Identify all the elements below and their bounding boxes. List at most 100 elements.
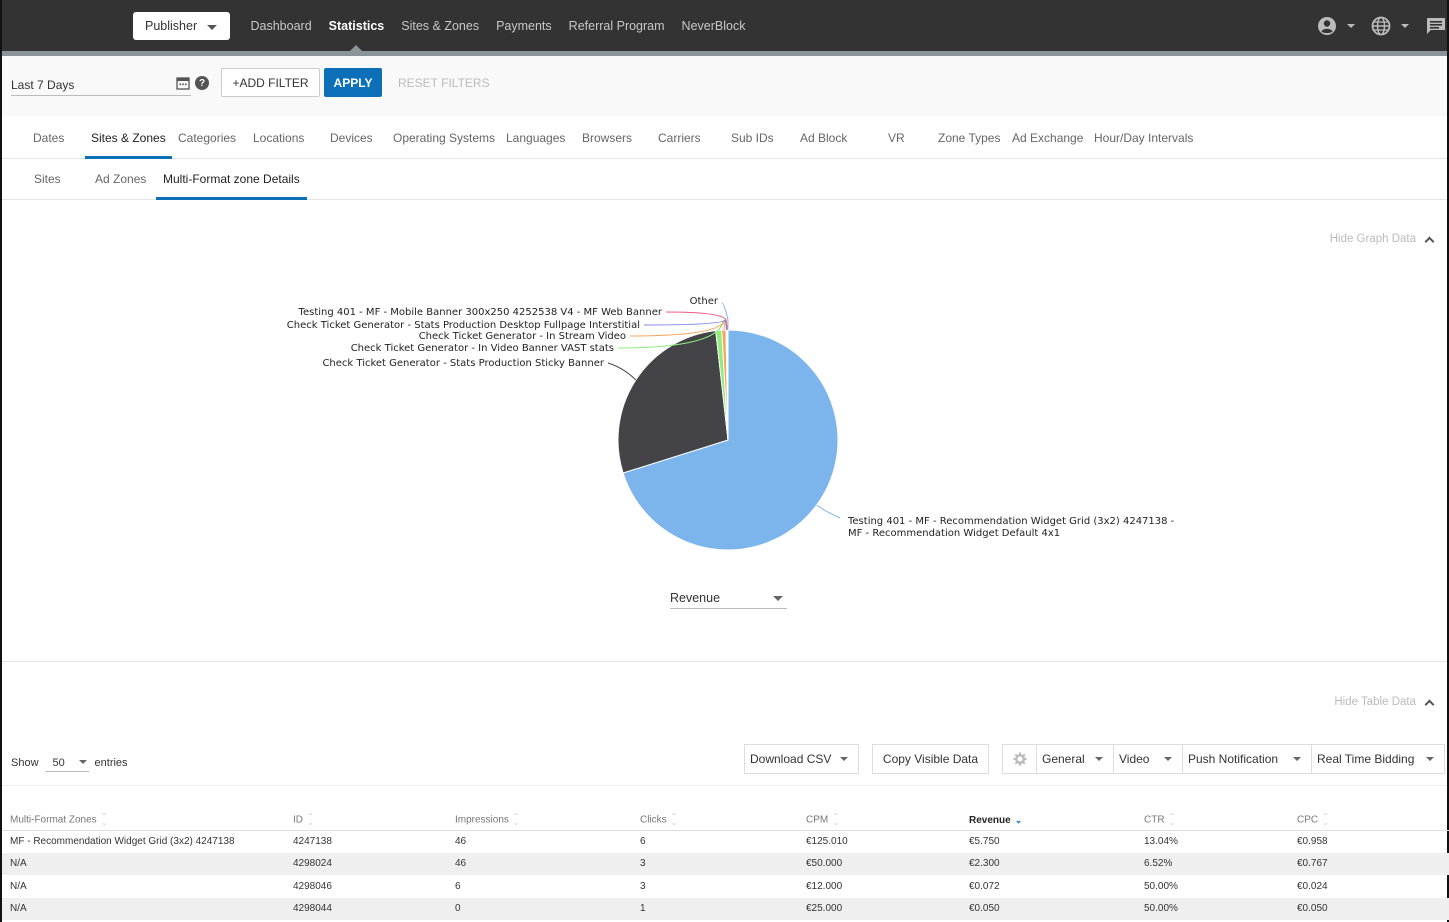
tab-dates[interactable]: Dates [33, 118, 64, 158]
tab-devices[interactable]: Devices [330, 118, 373, 158]
col-header-impressions[interactable]: Impressions ⌃ ⌄ [447, 811, 632, 831]
cell-id: 4298044 [285, 897, 447, 920]
chevron-down-icon [207, 24, 218, 30]
cell-revenue: €0.072 [969, 880, 1000, 892]
col-header-cpm[interactable]: CPM ⌃ ⌄ [798, 811, 961, 831]
cell-clicks: 3 [632, 852, 798, 875]
chevron-down-icon [1095, 757, 1103, 761]
account-icon [1318, 16, 1336, 35]
column-group-selector: General Video Push Notification Real Tim… [1002, 744, 1445, 774]
column-settings-button[interactable] [1003, 745, 1036, 773]
tab-ad-block[interactable]: Ad Block [800, 118, 847, 158]
cell-zone: N/A [10, 880, 27, 892]
chevron-down-icon [1401, 23, 1409, 28]
tab-sites-zones[interactable]: Sites & Zones [85, 118, 172, 159]
column-group-label: Video [1119, 752, 1150, 766]
add-filter-label: +ADD FILTER [232, 75, 309, 90]
tab-label: Carriers [658, 131, 701, 145]
tab-operating-systems[interactable]: Operating Systems [393, 118, 495, 158]
nav-dashboard[interactable]: Dashboard [242, 0, 320, 51]
download-csv-dropdown[interactable]: Download CSV [744, 744, 859, 774]
col-header-label: Multi-Format Zones [10, 814, 97, 826]
nav-neverblock[interactable]: NeverBlock [673, 0, 754, 51]
metric-select[interactable]: Revenue [670, 587, 787, 609]
column-group-general[interactable]: General [1036, 745, 1113, 773]
table-row: N/A 4298024 46 3 €50.000 €2.300 6.52% €0… [2, 852, 1449, 875]
tab-zone-types[interactable]: Zone Types [938, 118, 1000, 158]
nav-sites-zones[interactable]: Sites & Zones [393, 0, 488, 51]
nav-payments[interactable]: Payments [488, 0, 561, 51]
cell-cpm: €125.010 [806, 836, 848, 847]
apply-label: APPLY [333, 75, 373, 90]
cell-cpm: €12.000 [806, 880, 843, 892]
tab-sub-ids[interactable]: Sub IDs [731, 118, 774, 158]
show-entries: Show 50 entries [11, 754, 128, 772]
help-icon[interactable]: ? [195, 76, 209, 90]
pie-label-connector [607, 362, 637, 381]
tab-label: Ad Block [800, 131, 848, 145]
col-header-cpc[interactable]: CPC ⌃ ⌄ [1289, 811, 1449, 831]
cell-revenue: €2.300 [961, 852, 1136, 875]
tab-categories[interactable]: Categories [178, 118, 236, 158]
cell-ctr: 6.52% [1136, 852, 1289, 875]
tab-vr[interactable]: VR [888, 118, 905, 158]
nav-referral-program[interactable]: Referral Program [560, 0, 673, 51]
cell-cpm: €25.000 [798, 897, 961, 920]
col-header-ctr[interactable]: CTR ⌃ ⌄ [1136, 811, 1289, 831]
publisher-dropdown[interactable]: Publisher [133, 12, 230, 40]
col-header-clicks[interactable]: Clicks ⌃ ⌄ [632, 811, 798, 831]
tab-hour-day-intervals[interactable]: Hour/Day Intervals [1094, 118, 1193, 158]
tab-label: Sub IDs [731, 131, 774, 145]
hide-table-data-toggle[interactable]: Hide Table Data [1334, 696, 1435, 709]
cell-cpc: €0.050 [1289, 897, 1449, 920]
stats-table: Multi-Format Zones ⌃ ⌄ ID ⌃ ⌄ Impressions ⌃ ⌄ … [2, 811, 1449, 920]
tab-label: Ad Exchange [1012, 131, 1084, 145]
date-range-value: Last 7 Days [11, 77, 75, 92]
calendar-icon[interactable] [176, 76, 190, 90]
subtab-sites[interactable]: Sites [34, 159, 61, 199]
globe-icon [1371, 16, 1391, 35]
language-menu[interactable] [1371, 16, 1409, 36]
tab-label: Devices [330, 131, 373, 145]
chevron-down-icon [1347, 23, 1355, 28]
nav-referral-label: Referral Program [568, 18, 665, 33]
copy-visible-data-button[interactable]: Copy Visible Data [872, 744, 989, 774]
table-row: N/A 4298044 0 1 €25.000 €0.050 50.00% €0… [2, 897, 1449, 920]
cell-cpc: €0.024 [1297, 880, 1328, 892]
gear-icon [1012, 752, 1027, 766]
col-header-revenue[interactable]: Revenue ⌄ [961, 811, 1136, 831]
col-header-id[interactable]: ID ⌃ ⌄ [285, 811, 447, 831]
download-csv-label: Download CSV [750, 752, 832, 766]
tab-locations[interactable]: Locations [253, 118, 304, 158]
column-group-video[interactable]: Video [1113, 745, 1182, 773]
cell-clicks: 1 [632, 897, 798, 920]
tab-languages[interactable]: Languages [506, 118, 565, 158]
cell-ctr: 50.00% [1136, 897, 1289, 920]
cell-zone: MF - Recommendation Widget Grid (3x2) 42… [10, 836, 235, 847]
add-filter-button[interactable]: +ADD FILTER [221, 68, 320, 97]
account-menu[interactable] [1317, 16, 1355, 36]
pie-slice-label: Check Ticket Generator - Stats Productio… [322, 358, 604, 369]
tab-ad-exchange[interactable]: Ad Exchange [1012, 118, 1083, 158]
reset-filters-button[interactable]: RESET FILTERS [398, 68, 490, 97]
cell-id: 4298024 [285, 852, 447, 875]
chat-icon [1427, 17, 1445, 34]
date-range-input[interactable]: Last 7 Days [11, 74, 191, 96]
copy-visible-label: Copy Visible Data [882, 752, 979, 766]
subtab-ad-zones[interactable]: Ad Zones [95, 159, 146, 199]
messages-button[interactable] [1425, 16, 1447, 36]
subtab-multi-format-zone-details[interactable]: Multi-Format zone Details [156, 159, 307, 200]
apply-button[interactable]: APPLY [324, 68, 382, 97]
column-group-push-notification[interactable]: Push Notification [1182, 745, 1311, 773]
cell-clicks: 6 [640, 836, 646, 847]
tab-browsers[interactable]: Browsers [582, 118, 632, 158]
col-header-multi-format-zones[interactable]: Multi-Format Zones ⌃ ⌄ [2, 811, 285, 831]
chevron-down-icon [840, 757, 848, 761]
nav-statistics[interactable]: Statistics [320, 0, 393, 51]
filter-bar: Last 7 Days ? +ADD FILTER APPLY RESET FI… [2, 56, 1447, 116]
entries-per-page-select[interactable]: 50 [44, 754, 89, 772]
tab-label: Sites [34, 172, 61, 186]
tab-label: VR [888, 131, 905, 145]
column-group-real-time-bidding[interactable]: Real Time Bidding [1311, 745, 1444, 773]
tab-carriers[interactable]: Carriers [658, 118, 701, 158]
